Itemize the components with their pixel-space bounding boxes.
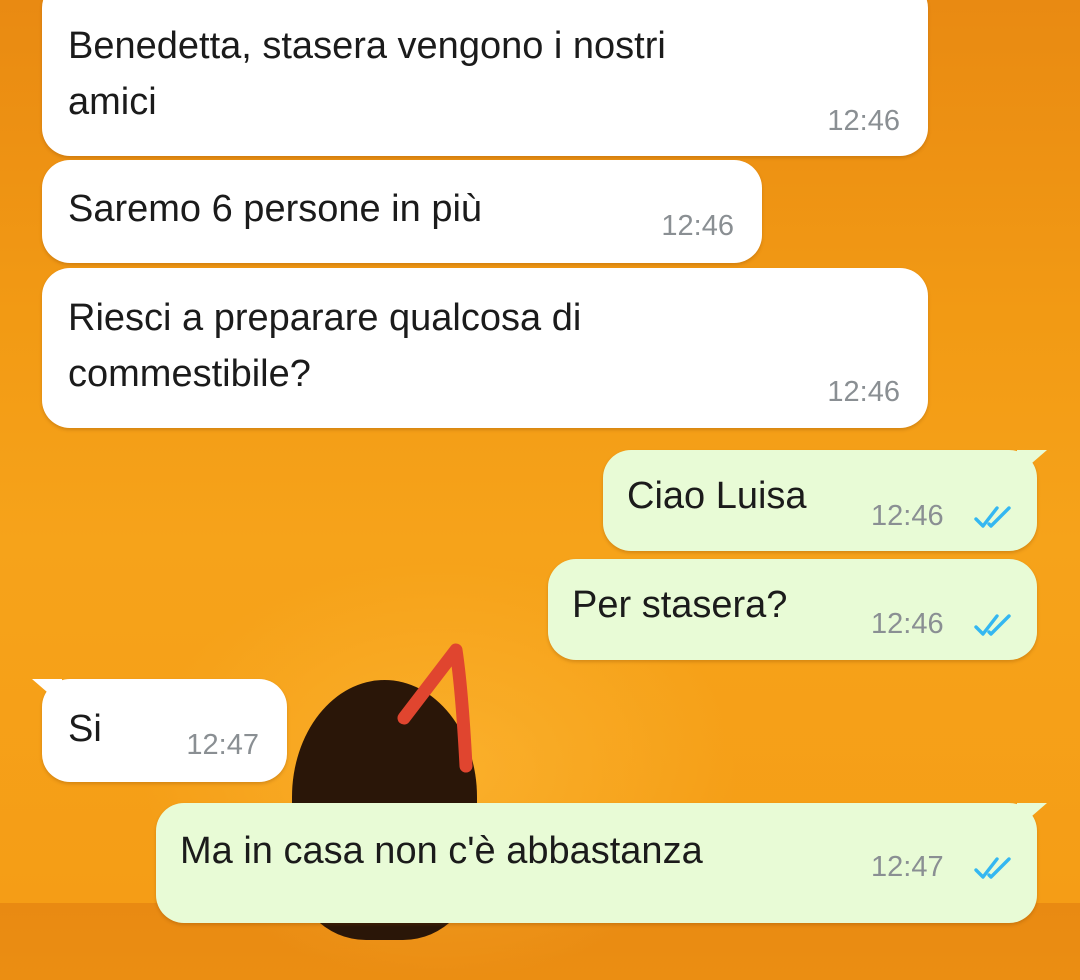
message-bubble-incoming[interactable]: Saremo 6 persone in più 12:46 <box>42 160 762 263</box>
message-text: Ma in casa non c'è abbastanza <box>180 830 703 872</box>
message-text: Ciao Luisa <box>627 475 807 517</box>
message-timestamp: 12:46 <box>827 376 900 408</box>
message-timestamp: 12:47 <box>871 851 944 883</box>
message-text-line: amici <box>68 81 157 123</box>
message-bubble-outgoing[interactable]: Per stasera? 12:46 <box>548 559 1037 660</box>
message-text: Si <box>68 708 102 750</box>
double-check-icon <box>974 506 1011 528</box>
message-timestamp: 12:46 <box>661 210 734 242</box>
red-arrow-annotation <box>397 643 473 773</box>
message-text: Per stasera? <box>572 584 788 626</box>
double-check-icon <box>974 614 1011 636</box>
message-text-line: commestibile? <box>68 353 311 395</box>
message-timestamp: 12:47 <box>186 729 259 761</box>
message-timestamp: 12:46 <box>871 608 944 640</box>
message-bubble-outgoing[interactable]: Ciao Luisa 12:46 <box>603 450 1047 551</box>
message-text: Saremo 6 persone in più <box>68 188 483 230</box>
message-timestamp: 12:46 <box>827 105 900 137</box>
message-text-line: Benedetta, stasera vengono i nostri <box>68 25 666 67</box>
message-timestamp: 12:46 <box>871 500 944 532</box>
double-check-icon <box>974 857 1011 879</box>
message-bubble-incoming[interactable]: Si 12:47 <box>32 679 287 782</box>
message-bubble-outgoing[interactable]: Ma in casa non c'è abbastanza 12:47 <box>156 803 1047 923</box>
message-bubble-incoming[interactable]: Benedetta, stasera vengono i nostri amic… <box>42 0 928 156</box>
message-text-line: Riesci a preparare qualcosa di <box>68 297 582 339</box>
message-bubble-incoming[interactable]: Riesci a preparare qualcosa di commestib… <box>42 268 928 428</box>
